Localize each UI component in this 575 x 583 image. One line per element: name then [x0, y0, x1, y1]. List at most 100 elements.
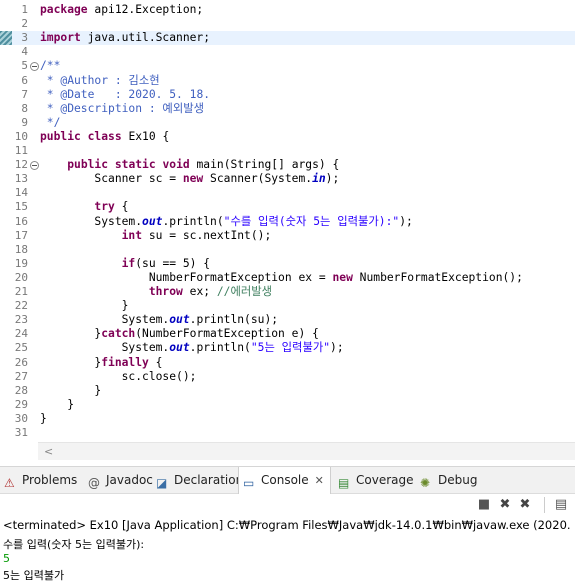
line-number: 9: [21, 115, 28, 129]
code-text: int su = sc.nextInt();: [40, 229, 272, 243]
editor-gutter-footer: [0, 442, 38, 459]
code-text: }: [40, 412, 47, 426]
fold-collapse-icon[interactable]: [30, 161, 39, 171]
code-line[interactable]: 17 int su = sc.nextInt();: [0, 229, 575, 243]
code-token: System.: [40, 214, 143, 228]
code-text: try {: [40, 200, 128, 214]
remove-launch-icon[interactable]: ✖: [497, 497, 513, 513]
console-status-text: <terminated> Ex10 [Java Application] C:₩…: [3, 518, 575, 532]
bottom-panel: ⚠ Problems @ Javadoc ◪ Declaration ▭ Console ✕ ▤ C…: [0, 466, 575, 582]
tab-label: Coverage: [356, 473, 414, 487]
code-text: sc.close();: [40, 369, 197, 384]
code-text: throw ex; //에러발생: [40, 285, 272, 299]
scroll-left-arrow-icon[interactable]: <: [44, 445, 53, 458]
code-token: }: [40, 355, 102, 369]
code-token: *: [40, 87, 61, 101]
tab-debug[interactable]: ✺ Debug: [420, 467, 477, 493]
line-number: 21: [14, 285, 28, 298]
code-token: out: [142, 214, 163, 228]
code-line[interactable]: 23 System.out.println(su);: [0, 313, 575, 327]
code-token: }: [40, 327, 102, 341]
line-number: 17: [14, 228, 28, 242]
code-token: new: [182, 172, 204, 186]
line-number: 8: [21, 101, 28, 115]
code-token: {: [114, 200, 129, 214]
code-line[interactable]: 14: [0, 186, 575, 200]
line-number: 2: [21, 17, 28, 31]
code-token: out: [169, 313, 190, 327]
code-token: package: [40, 3, 88, 16]
line-number: 30: [14, 411, 28, 425]
code-line[interactable]: 28 }: [0, 384, 575, 398]
code-line[interactable]: 21 throw ex; //에러발생: [0, 285, 575, 299]
code-line[interactable]: 11: [0, 144, 575, 158]
code-token: }: [40, 397, 75, 411]
line-number: 12: [14, 158, 28, 172]
tab-coverage[interactable]: ▤ Coverage: [338, 467, 414, 493]
code-line[interactable]: 25 System.out.println("5는 입력불가");: [0, 341, 575, 355]
tab-javadoc[interactable]: @ Javadoc: [88, 467, 153, 493]
code-line[interactable]: 27 sc.close();: [0, 370, 575, 384]
code-line[interactable]: 3 import java.util.Scanner;: [0, 31, 575, 46]
code-line[interactable]: 22 }: [0, 299, 575, 313]
code-line[interactable]: 1 package api12.Exception;: [0, 3, 575, 17]
code-token: @Date: [60, 87, 95, 101]
tab-console[interactable]: ▭ Console ✕: [238, 467, 331, 494]
code-token: );: [330, 341, 344, 355]
code-token: : 2020. 5. 18.: [94, 87, 211, 101]
code-line[interactable]: 4: [0, 45, 575, 59]
code-text: public class Ex10 {: [40, 130, 169, 144]
code-line[interactable]: 12 public static void main(String[] args…: [0, 158, 575, 172]
line-number: 19: [14, 256, 28, 270]
console-output-line: 수를 입력(숫자 5는 입력불가):: [3, 538, 145, 551]
code-token: : 김소현: [108, 73, 160, 87]
code-line[interactable]: 10 public class Ex10 {: [0, 130, 575, 144]
code-text: System.out.println("수를 입력(숫자 5는 입력불가):")…: [40, 214, 412, 229]
code-token: try: [94, 200, 115, 214]
line-number: 22: [14, 299, 28, 313]
code-token: if: [121, 256, 136, 270]
code-line[interactable]: 24 }catch(NumberFormatException e) {: [0, 327, 575, 341]
remove-all-terminated-icon[interactable]: ✖: [517, 497, 533, 513]
code-editor[interactable]: 1 package api12.Exception; 2 3 import java.u…: [0, 0, 575, 442]
line-number: 31: [14, 426, 28, 439]
code-line[interactable]: 5 /**: [0, 59, 575, 73]
code-line[interactable]: 31: [0, 426, 575, 440]
code-line[interactable]: 13 Scanner sc = new Scanner(System.in);: [0, 172, 575, 186]
code-token: sc.close();: [40, 369, 197, 383]
declaration-icon: ◪: [156, 476, 168, 490]
clear-console-icon[interactable]: ▤: [553, 497, 569, 513]
close-tab-icon[interactable]: ✕: [315, 474, 324, 487]
code-text: public static void main(String[] args) {: [40, 158, 339, 172]
code-token: }: [40, 383, 102, 397]
code-token: Ex10 {: [121, 129, 170, 143]
code-token: new: [332, 270, 353, 284]
code-line[interactable]: 18: [0, 243, 575, 257]
code-line[interactable]: 8 * @Description : 예외발생: [0, 102, 575, 116]
code-token: java.util.Scanner;: [80, 31, 211, 45]
code-line[interactable]: 19 if(su == 5) {: [0, 257, 575, 271]
fold-collapse-icon[interactable]: [30, 62, 39, 72]
code-line[interactable]: 15 try {: [0, 200, 575, 214]
tab-problems[interactable]: ⚠ Problems: [4, 467, 77, 493]
code-line[interactable]: 30}: [0, 412, 575, 426]
code-token: System.: [40, 341, 170, 355]
code-line[interactable]: 26 }finally {: [0, 356, 575, 370]
code-line[interactable]: 9 */: [0, 116, 575, 130]
code-line[interactable]: 7 * @Date : 2020. 5. 18.: [0, 88, 575, 102]
tab-declaration[interactable]: ◪ Declaration: [156, 467, 243, 493]
code-token: {: [148, 355, 163, 369]
code-line[interactable]: 6 * @Author : 김소현: [0, 74, 575, 88]
line-number: 5: [21, 59, 28, 73]
code-line[interactable]: 16 System.out.println("수를 입력(숫자 5는 입력불가)…: [0, 215, 575, 229]
terminate-icon[interactable]: ■: [476, 497, 492, 513]
console-output-line: 5는 입력불가: [3, 569, 65, 582]
code-line[interactable]: 2: [0, 17, 575, 31]
code-text: }: [40, 398, 74, 412]
code-line[interactable]: 20 NumberFormatException ex = new Number…: [0, 271, 575, 285]
horizontal-scrollbar[interactable]: <: [38, 442, 575, 460]
code-line[interactable]: 29 }: [0, 398, 575, 412]
code-text: System.out.println("5는 입력불가");: [40, 341, 344, 355]
code-token: NumberFormatException();: [352, 270, 523, 284]
